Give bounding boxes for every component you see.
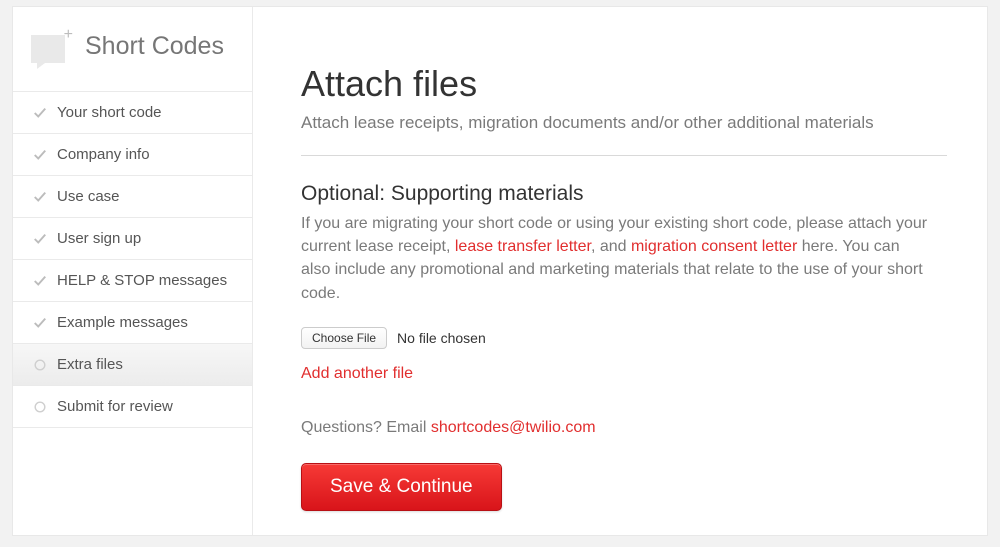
support-email-link[interactable]: shortcodes@twilio.com (431, 419, 596, 436)
desc-text: , and (591, 238, 631, 255)
sidebar-header: + Short Codes (13, 7, 252, 91)
checkmark-icon (33, 148, 47, 162)
main-content: Attach files Attach lease receipts, migr… (253, 7, 987, 535)
sidebar-item-help-stop-messages[interactable]: HELP & STOP messages (13, 260, 252, 302)
file-chosen-status: No file chosen (397, 330, 486, 346)
checkmark-icon (33, 190, 47, 204)
sidebar-item-label: Use case (57, 188, 120, 205)
choose-file-button[interactable]: Choose File (301, 327, 387, 349)
checkmark-icon (33, 106, 47, 120)
sidebar-item-user-sign-up[interactable]: User sign up (13, 218, 252, 260)
page-subtitle: Attach lease receipts, migration documen… (301, 113, 947, 133)
sidebar-item-label: User sign up (57, 230, 141, 247)
section-divider (301, 155, 947, 156)
sidebar-item-label: Submit for review (57, 398, 173, 415)
radio-empty-icon (33, 358, 47, 372)
section-title: Optional: Supporting materials (301, 182, 947, 206)
sidebar-item-your-short-code[interactable]: Your short code (13, 92, 252, 134)
checkmark-icon (33, 316, 47, 330)
save-continue-button[interactable]: Save & Continue (301, 463, 502, 511)
add-another-file-link[interactable]: Add another file (301, 365, 413, 383)
sidebar-item-label: Example messages (57, 314, 188, 331)
sidebar-item-label: Your short code (57, 104, 162, 121)
migration-consent-letter-link[interactable]: migration consent letter (631, 238, 797, 255)
sidebar-item-example-messages[interactable]: Example messages (13, 302, 252, 344)
sidebar-title: Short Codes (85, 32, 224, 61)
sidebar-nav: Your short code Company info Use case Us… (13, 91, 252, 428)
sidebar-item-label: Extra files (57, 356, 123, 373)
lease-transfer-letter-link[interactable]: lease transfer letter (455, 238, 591, 255)
sidebar-item-extra-files[interactable]: Extra files (13, 344, 252, 386)
app-frame: + Short Codes Your short code Company in… (12, 6, 988, 536)
sidebar-item-use-case[interactable]: Use case (13, 176, 252, 218)
sidebar-item-company-info[interactable]: Company info (13, 134, 252, 176)
section-description: If you are migrating your short code or … (301, 212, 931, 305)
sidebar-item-submit-for-review[interactable]: Submit for review (13, 386, 252, 428)
sidebar-item-label: HELP & STOP messages (57, 272, 227, 289)
radio-empty-icon (33, 400, 47, 414)
sidebar: + Short Codes Your short code Company in… (13, 7, 253, 535)
short-codes-logo-icon: + (31, 27, 73, 65)
checkmark-icon (33, 274, 47, 288)
page-title: Attach files (301, 63, 947, 105)
sidebar-item-label: Company info (57, 146, 150, 163)
questions-prefix: Questions? Email (301, 419, 431, 436)
questions-line: Questions? Email shortcodes@twilio.com (301, 419, 947, 437)
file-input-row: Choose File No file chosen (301, 327, 947, 349)
checkmark-icon (33, 232, 47, 246)
